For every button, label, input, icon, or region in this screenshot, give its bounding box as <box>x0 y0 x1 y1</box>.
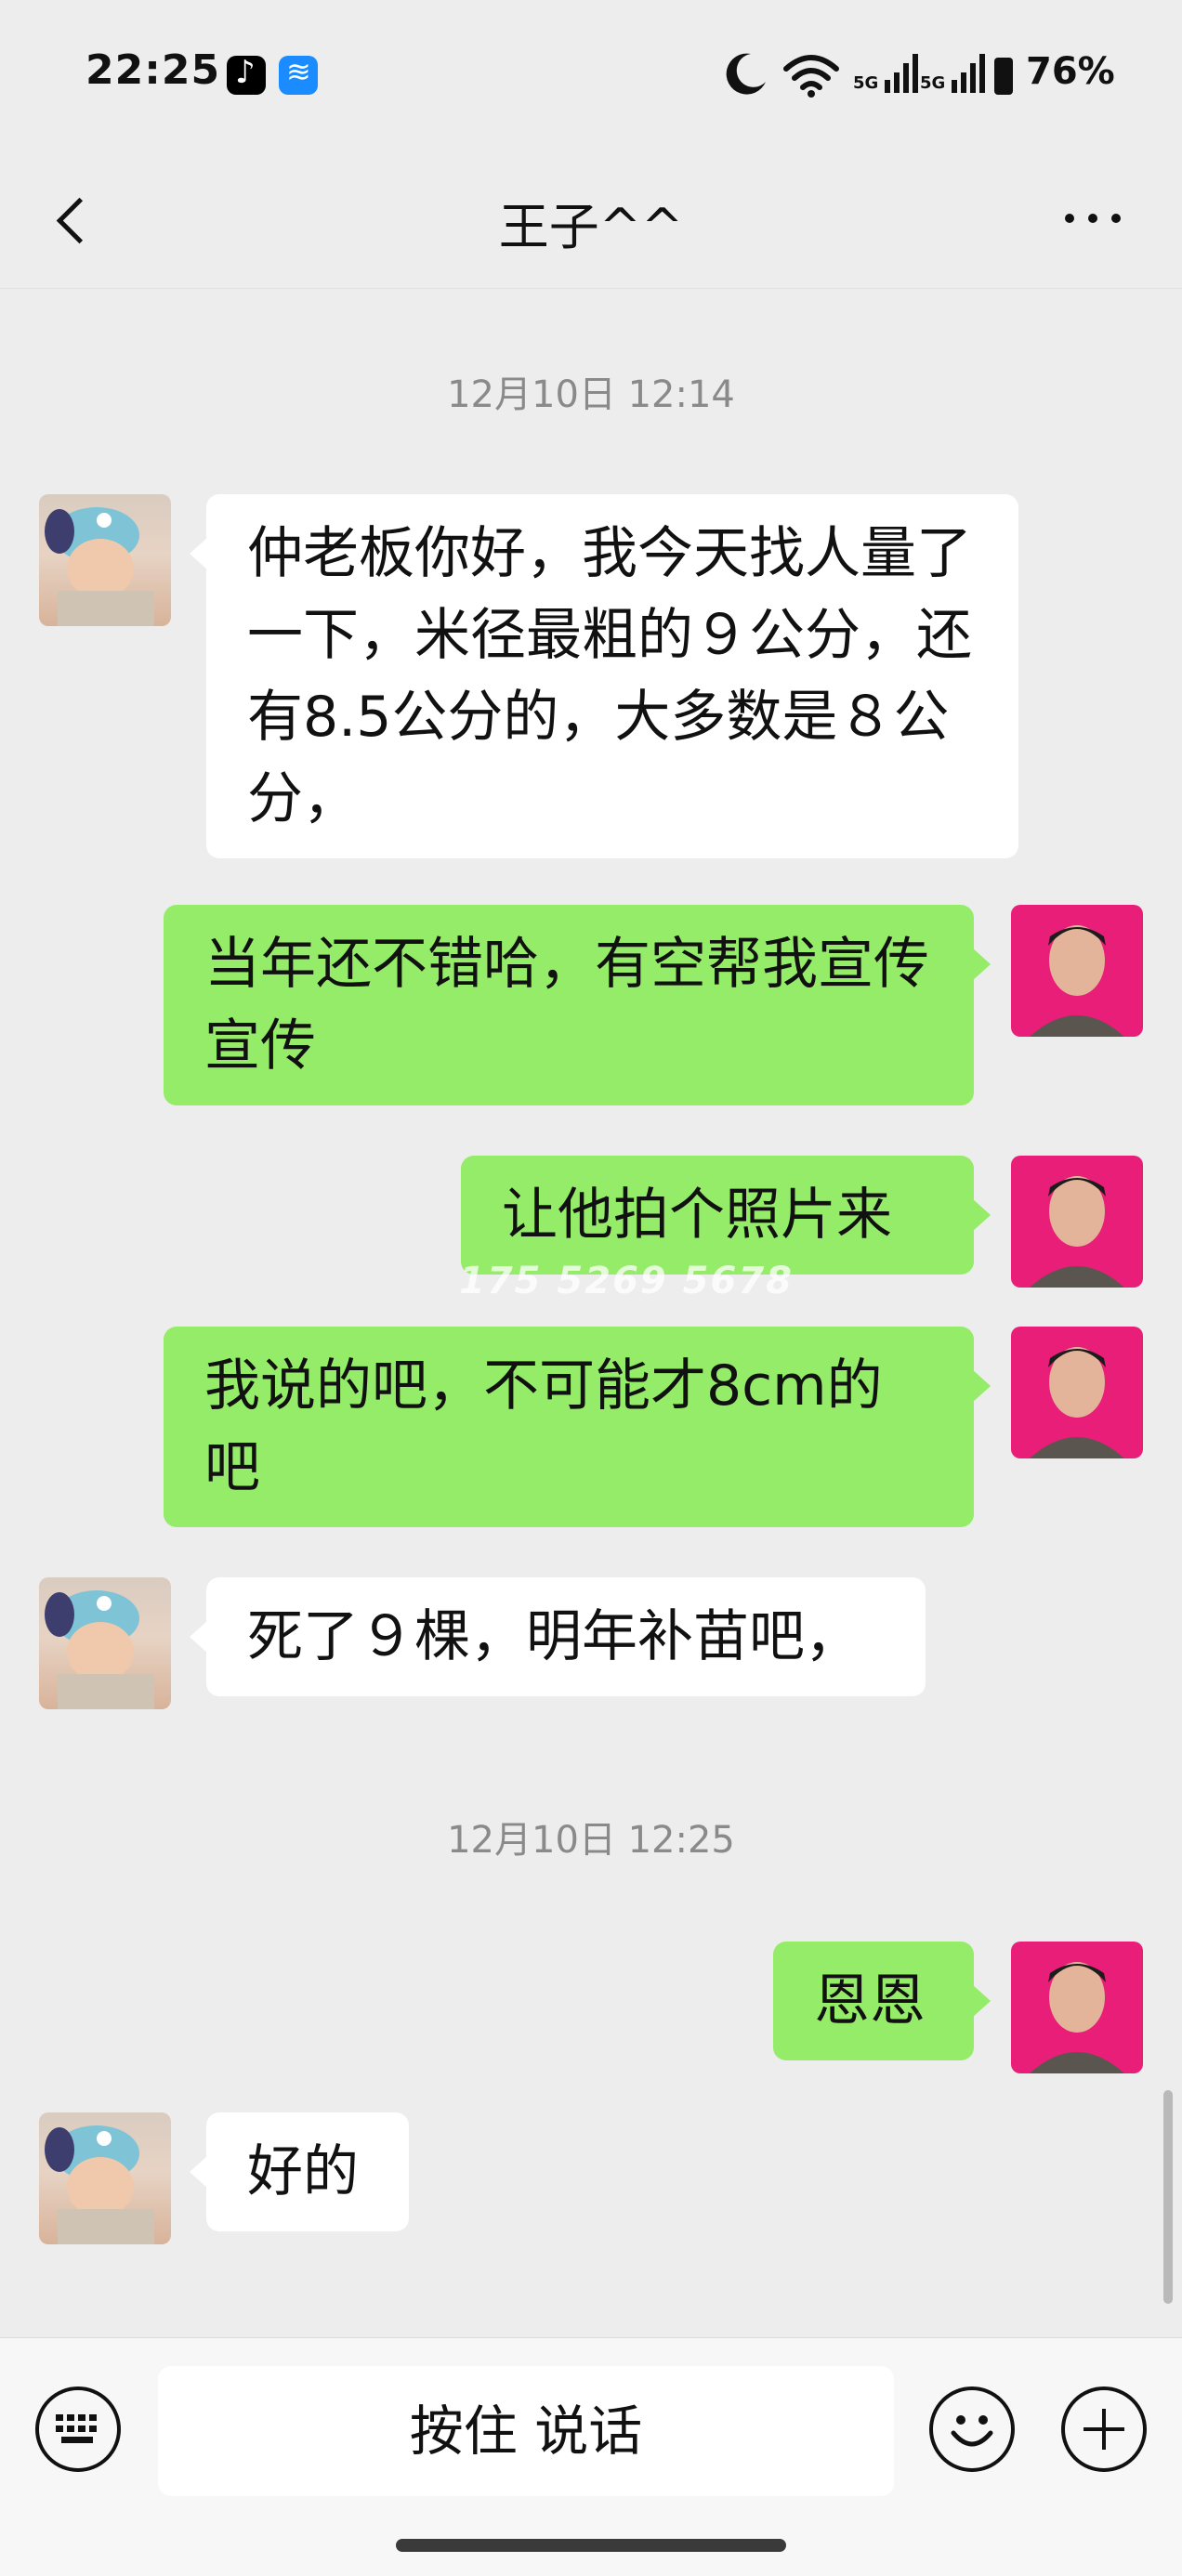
home-indicator[interactable] <box>396 2539 786 2552</box>
baby-avatar-image <box>45 2125 154 2244</box>
keyboard-icon[interactable] <box>35 2386 121 2472</box>
baby-avatar-image <box>45 1590 154 1709</box>
network-type-label: 5G <box>853 73 879 93</box>
battery-icon <box>994 58 1013 95</box>
phone-watermark: 175 5269 5678 <box>459 1260 795 1302</box>
status-time: 22:25 <box>85 46 221 94</box>
input-bar: 按住 说话 <box>0 2337 1182 2576</box>
moon-icon <box>726 53 766 95</box>
message-text: 让他拍个照片来 <box>502 1183 892 1248</box>
battery-percent: 76% <box>1026 50 1115 93</box>
message-text: 当年还不错哈，有空帮我宣传宣传 <box>204 932 929 1079</box>
my-avatar[interactable] <box>1011 1327 1143 1458</box>
plus-glyph <box>1084 2409 1124 2450</box>
tiktok-icon <box>227 54 266 95</box>
man-avatar-image <box>1030 925 1124 1037</box>
man-avatar-image <box>1030 1347 1124 1458</box>
chat-header: 王子^^ <box>0 149 1182 289</box>
outgoing-message-bubble[interactable]: 让他拍个照片来 <box>461 1156 991 1275</box>
signal-indicator-1: 5G <box>853 52 918 93</box>
signal-bars-icon <box>884 54 918 93</box>
outgoing-message-bubble[interactable]: 当年还不错哈，有空帮我宣传宣传 <box>164 905 991 1105</box>
wifi-icon <box>783 55 839 98</box>
incoming-message-bubble[interactable]: 死了９棵，明年补苗吧， <box>190 1577 926 1696</box>
contact-avatar[interactable] <box>39 2112 171 2244</box>
signal-indicator-2: 5G <box>920 52 985 93</box>
smiley-glyph <box>951 2415 993 2447</box>
signal-bars-icon <box>951 54 985 93</box>
baby-avatar-image <box>45 507 154 626</box>
message-text: 死了９棵，明年补苗吧， <box>247 1604 860 1669</box>
incoming-message-bubble[interactable]: 好的 <box>190 2112 409 2231</box>
message-text: 好的 <box>247 2139 359 2204</box>
hold-to-talk-button[interactable]: 按住 说话 <box>158 2366 894 2496</box>
my-avatar[interactable] <box>1011 1156 1143 1288</box>
more-options-icon[interactable] <box>1056 190 1130 245</box>
man-avatar-image <box>1030 1176 1124 1288</box>
message-text: 我说的吧，不可能才8cm的吧 <box>204 1353 883 1500</box>
man-avatar-image <box>1030 1962 1124 2073</box>
status-bar: 22:25 5G 5G 76% <box>0 0 1182 149</box>
network-type-label: 5G <box>920 73 946 93</box>
message-timestamp: 12月10日 12:14 <box>447 373 735 416</box>
message-text: 恩恩 <box>814 1968 926 2033</box>
message-text: 仲老板你好，我今天找人量了一下，米径最粗的９公分，还有8.5公分的，大多数是８公… <box>247 521 972 831</box>
plus-icon[interactable] <box>1061 2386 1147 2472</box>
contact-avatar[interactable] <box>39 1577 171 1709</box>
outgoing-message-bubble[interactable]: 恩恩 <box>773 1942 991 2060</box>
scrollbar[interactable] <box>1163 2090 1173 2304</box>
my-avatar[interactable] <box>1011 905 1143 1037</box>
outgoing-message-bubble[interactable]: 我说的吧，不可能才8cm的吧 <box>164 1327 991 1527</box>
my-avatar[interactable] <box>1011 1942 1143 2073</box>
message-timestamp: 12月10日 12:25 <box>447 1819 735 1862</box>
keyboard-grid-glyph <box>56 2414 97 2443</box>
chat-title: 王子^^ <box>498 198 684 256</box>
app-notification-icon <box>279 54 318 95</box>
incoming-message-bubble[interactable]: 仲老板你好，我今天找人量了一下，米径最粗的９公分，还有8.5公分的，大多数是８公… <box>190 494 1018 858</box>
emoji-icon[interactable] <box>929 2386 1015 2472</box>
contact-avatar[interactable] <box>39 494 171 626</box>
